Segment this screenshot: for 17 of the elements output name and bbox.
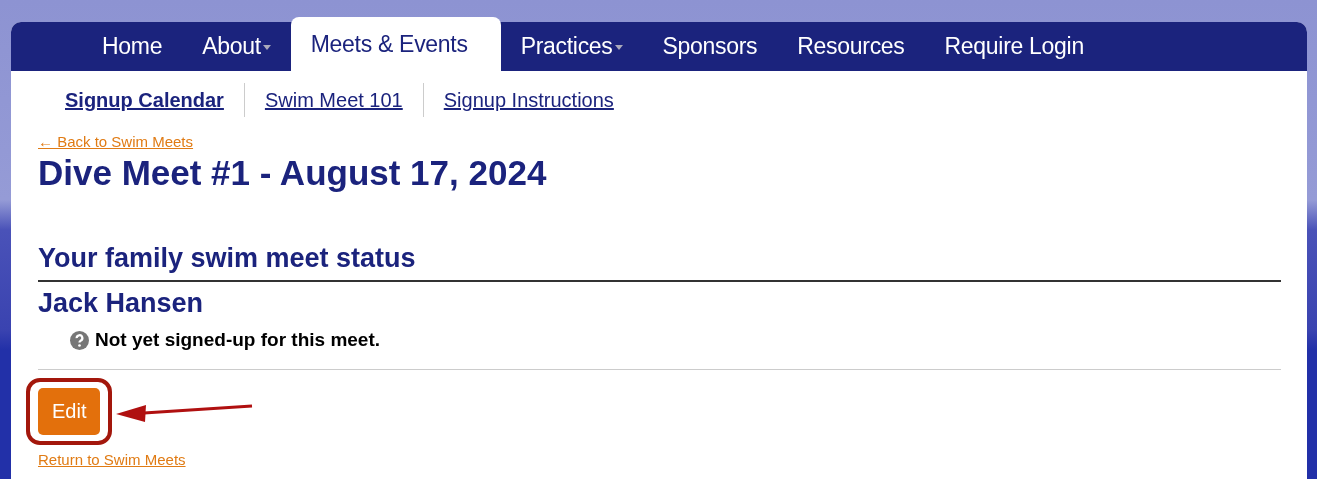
nav-tab[interactable]: Meets & Events xyxy=(290,17,501,71)
status-text: Not yet signed-up for this meet. xyxy=(95,329,381,351)
nav-tab[interactable]: Sponsors xyxy=(642,22,778,71)
nav-tab[interactable]: Home xyxy=(82,22,183,71)
page-title: Dive Meet #1 - August 17, 2024 xyxy=(38,153,548,193)
subnav-link[interactable]: Signup Calendar xyxy=(65,88,244,112)
subnav-link[interactable]: Swim Meet 101 xyxy=(244,88,423,112)
caret-icon xyxy=(262,45,271,50)
nav-tab[interactable]: Practices xyxy=(500,22,643,71)
section-heading: Your family swim meet status xyxy=(38,243,1281,282)
help-icon xyxy=(70,330,89,350)
swimmer-name: Jack Hansen xyxy=(38,288,205,319)
nav-tab[interactable]: Require Login xyxy=(924,22,1104,71)
subnav-link[interactable]: Signup Instructions xyxy=(423,88,634,112)
caret-icon xyxy=(614,45,623,50)
nav-tab[interactable]: About xyxy=(182,22,291,71)
nav-tab[interactable]: Resources xyxy=(777,22,925,71)
